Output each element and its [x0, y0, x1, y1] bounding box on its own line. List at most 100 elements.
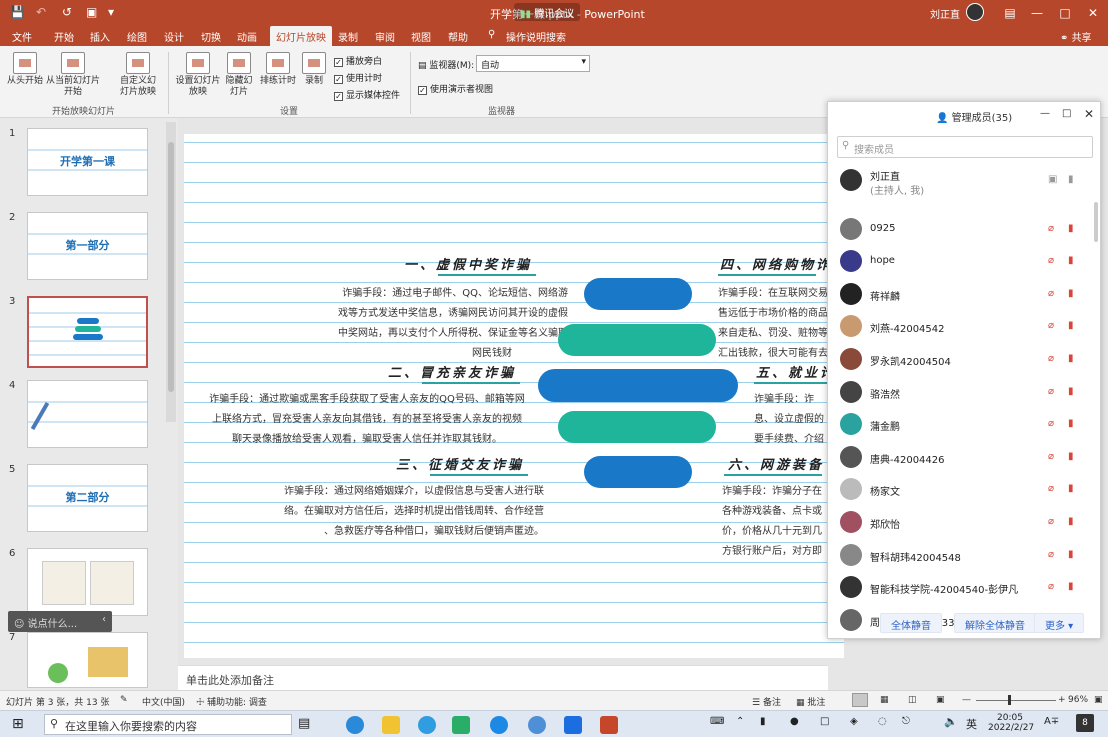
slide-thumbnail-3[interactable]: [27, 296, 148, 368]
chat-input[interactable]: ☺ 说点什么... ‹: [8, 611, 112, 632]
camera-off-icon[interactable]: ▮: [1068, 320, 1080, 331]
microphone-muted-icon[interactable]: ⌀: [1048, 581, 1058, 593]
fit-slide-icon[interactable]: ▣: [1094, 695, 1103, 705]
customize-qat-icon[interactable]: ▾: [108, 5, 114, 19]
microphone-muted-icon[interactable]: ⌀: [1048, 516, 1058, 528]
from-start-button[interactable]: 从头开始: [6, 52, 44, 87]
zoom-slider[interactable]: [976, 700, 1056, 701]
member-search-input[interactable]: ⚲ 搜索成员: [837, 136, 1093, 158]
slide-thumbnail-7[interactable]: [27, 632, 148, 688]
slide-sorter-icon[interactable]: ▦: [880, 695, 889, 705]
camera-off-icon[interactable]: ▮: [1068, 255, 1080, 266]
slideshow-view-icon[interactable]: ▣: [936, 695, 945, 705]
more-button[interactable]: 更多 ▾: [1034, 613, 1085, 633]
chevron-up-icon[interactable]: ⌃: [736, 716, 744, 727]
tray-icon[interactable]: □: [820, 716, 829, 727]
presenter-view-checkbox[interactable]: ✓ 使用演示者视图: [418, 82, 493, 95]
custom-slideshow-button[interactable]: 自定义幻灯片放映: [116, 52, 160, 98]
tab-animations[interactable]: 动画: [237, 29, 257, 44]
app-icon[interactable]: [528, 716, 546, 734]
thumbnail-scrollbar[interactable]: [166, 122, 176, 422]
windows-start-icon[interactable]: ⊞: [12, 716, 24, 732]
tab-file[interactable]: 文件: [12, 29, 32, 44]
mute-all-button[interactable]: 全体静音: [880, 613, 942, 633]
close-icon[interactable]: ✕: [1078, 3, 1108, 23]
member-row[interactable]: 郑欣怡 ⌀ ▮: [828, 506, 1090, 538]
slide-thumbnail-2[interactable]: 第一部分: [27, 212, 148, 280]
wechat-icon[interactable]: [452, 716, 470, 734]
tab-design[interactable]: 设计: [164, 29, 184, 44]
taskbar-search-input[interactable]: ⚲ 在这里输入你要搜索的内容: [44, 714, 292, 735]
tray-icon[interactable]: ◌: [878, 716, 887, 727]
task-view-icon[interactable]: ▤: [298, 716, 316, 734]
camera-off-icon[interactable]: ▮: [1068, 451, 1080, 462]
tab-insert[interactable]: 插入: [90, 29, 110, 44]
use-timings-checkbox[interactable]: ✓ 使用计时: [334, 71, 382, 84]
tab-transitions[interactable]: 切换: [201, 29, 221, 44]
present-icon[interactable]: ▣: [86, 5, 97, 19]
camera-off-icon[interactable]: ▮: [1068, 418, 1080, 429]
zoom-in-icon[interactable]: +: [1058, 695, 1066, 705]
hide-slide-button[interactable]: 隐藏幻灯片: [222, 52, 256, 98]
slide-thumbnail-4[interactable]: [27, 380, 148, 448]
user-avatar[interactable]: [966, 3, 984, 21]
tab-view[interactable]: 视图: [411, 29, 431, 44]
unmute-all-button[interactable]: 解除全体静音: [954, 613, 1036, 633]
microphone-muted-icon[interactable]: ▣: [1048, 174, 1058, 186]
meeting-indicator[interactable]: ▮▮ 腾讯会议: [514, 3, 581, 21]
qq-browser-icon[interactable]: [418, 716, 436, 734]
slide-thumbnail-6[interactable]: [27, 548, 148, 616]
redo-icon[interactable]: ↺: [62, 5, 72, 19]
member-row[interactable]: 杨家文 ⌀ ▮: [828, 473, 1090, 505]
microphone-muted-icon[interactable]: ⌀: [1048, 223, 1058, 235]
edge-browser-icon[interactable]: [490, 716, 508, 734]
member-row[interactable]: 罗永凯42004504 ⌀ ▮: [828, 343, 1090, 375]
minimize-icon[interactable]: —: [1022, 3, 1052, 23]
camera-off-icon[interactable]: ▮: [1068, 288, 1080, 299]
spellcheck-icon[interactable]: ✎: [120, 695, 128, 705]
microphone-muted-icon[interactable]: ⌀: [1048, 549, 1058, 561]
microphone-muted-icon[interactable]: ⌀: [1048, 451, 1058, 463]
camera-off-icon[interactable]: ▮: [1068, 581, 1080, 592]
tell-me-search[interactable]: 操作说明搜索: [506, 29, 566, 44]
slide-thumbnail-5[interactable]: 第二部分: [27, 464, 148, 532]
tencent-meeting-icon[interactable]: [564, 716, 582, 734]
rehearse-timings-button[interactable]: 排练计时: [260, 52, 296, 87]
save-icon[interactable]: 💾: [10, 5, 25, 19]
member-row[interactable]: 智科胡玮42004548 ⌀ ▮: [828, 539, 1090, 571]
microphone-muted-icon[interactable]: ⌀: [1048, 418, 1058, 430]
tab-record[interactable]: 录制: [338, 29, 358, 44]
member-row[interactable]: 蒋祥麟 ⌀ ▮: [828, 278, 1090, 310]
setup-slideshow-button[interactable]: 设置幻灯片放映: [174, 52, 222, 98]
zoom-slider-thumb[interactable]: [1008, 695, 1011, 705]
member-list-scrollbar[interactable]: [1094, 202, 1098, 242]
camera-off-icon[interactable]: ▮: [1068, 549, 1080, 560]
powerpoint-icon[interactable]: [600, 716, 618, 734]
maximize-icon[interactable]: □: [1050, 3, 1080, 23]
tab-help[interactable]: 帮助: [448, 29, 468, 44]
from-current-button[interactable]: 从当前幻灯片开始: [46, 52, 100, 98]
member-row[interactable]: 刘燕-42004542 ⌀ ▮: [828, 310, 1090, 342]
tray-icon[interactable]: ◈: [850, 716, 858, 727]
microphone-muted-icon[interactable]: ⌀: [1048, 255, 1058, 267]
speaker-icon[interactable]: 🔈: [944, 715, 958, 728]
show-media-controls-checkbox[interactable]: ✓ 显示媒体控件: [334, 88, 400, 101]
chevron-left-icon[interactable]: ‹: [102, 614, 106, 625]
member-row[interactable]: 刘正直 (主持人, 我) ▣ ▮: [828, 164, 1090, 202]
zoom-level[interactable]: 96%: [1068, 695, 1088, 705]
normal-view-icon[interactable]: [852, 693, 868, 707]
ime-indicator[interactable]: 英: [966, 716, 977, 732]
camera-off-icon[interactable]: ▮: [1068, 174, 1080, 185]
tab-slideshow[interactable]: 幻灯片放映: [270, 26, 332, 46]
microphone-muted-icon[interactable]: ⌀: [1048, 483, 1058, 495]
camera-off-icon[interactable]: ▮: [1068, 353, 1080, 364]
close-icon[interactable]: ✕: [1084, 107, 1094, 121]
ribbon-display-icon[interactable]: ▤: [995, 3, 1025, 23]
microphone-icon[interactable]: ⎋: [902, 716, 910, 727]
edge-icon[interactable]: [346, 716, 364, 734]
language-icon[interactable]: A∓: [1044, 716, 1059, 727]
notes-pane[interactable]: 单击此处添加备注: [178, 665, 828, 691]
camera-off-icon[interactable]: ▮: [1068, 386, 1080, 397]
share-button[interactable]: ⚭ 共享: [1060, 29, 1092, 44]
monitor-select[interactable]: 自动 ▾: [476, 55, 590, 72]
